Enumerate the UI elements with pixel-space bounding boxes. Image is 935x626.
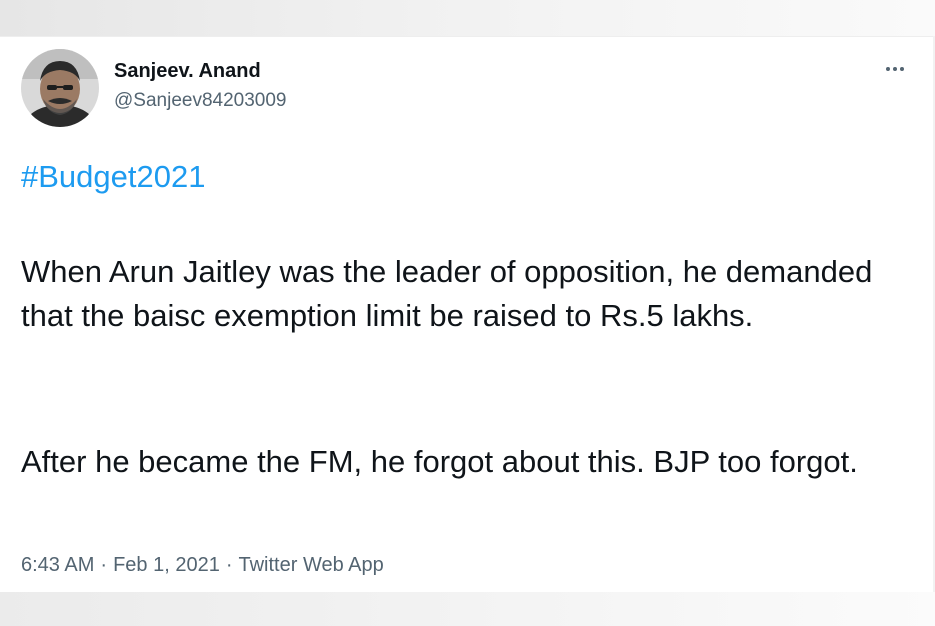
tweet-text-paragraph-1: When Arun Jaitley was the leader of oppo…	[21, 254, 873, 333]
top-background-strip	[0, 0, 935, 36]
meta-separator: ·	[100, 554, 108, 576]
meta-separator: ·	[225, 554, 233, 576]
dot	[886, 67, 890, 71]
tweet-metadata: 6:43 AM · Feb 1, 2021 · Twitter Web App	[21, 554, 384, 577]
avatar-image	[21, 49, 99, 127]
dot	[900, 67, 904, 71]
display-name[interactable]: Sanjeev. Anand	[114, 60, 261, 83]
tweet-text-paragraph-2: After he became the FM, he forgot about …	[21, 444, 858, 479]
bottom-background-strip	[0, 592, 935, 626]
dot	[893, 67, 897, 71]
hashtag-link[interactable]: #Budget2021	[21, 159, 205, 195]
avatar[interactable]	[21, 49, 99, 127]
timestamp-date[interactable]: Feb 1, 2021	[113, 554, 220, 577]
tweet-source[interactable]: Twitter Web App	[238, 554, 383, 577]
user-handle[interactable]: @Sanjeev84203009	[114, 90, 286, 112]
more-options-icon[interactable]	[878, 58, 912, 80]
timestamp-time[interactable]: 6:43 AM	[21, 554, 94, 577]
